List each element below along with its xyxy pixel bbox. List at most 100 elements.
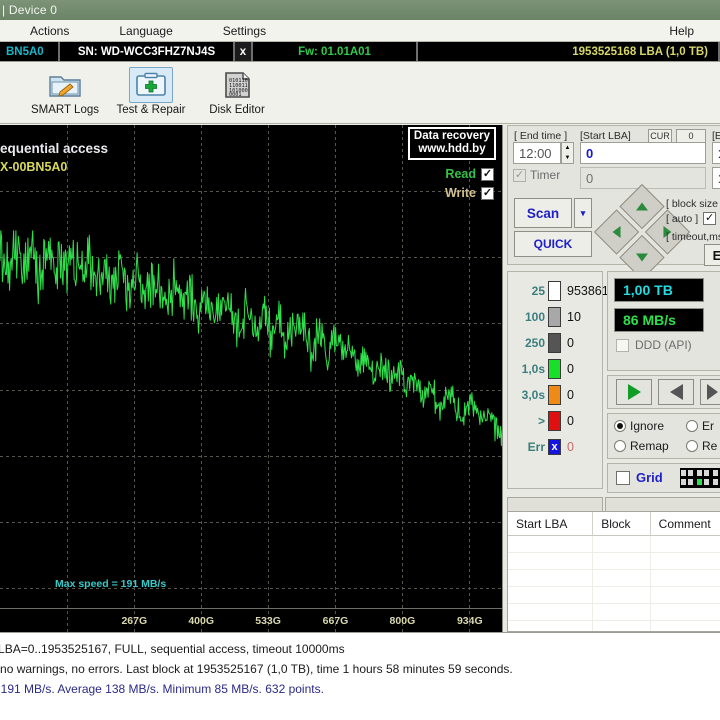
table-row[interactable] xyxy=(508,536,720,553)
status-log-panel[interactable]: ading, LBA=0..1953525167, FULL, sequenti… xyxy=(0,632,720,720)
play-forward-button[interactable] xyxy=(616,379,652,405)
speed-graph-panel[interactable]: equential access X-00BN5A0 Data recovery… xyxy=(0,125,503,632)
speed-readout: 86 MB/s xyxy=(614,308,704,332)
jump-end-button[interactable] xyxy=(700,379,720,405)
auto-toggle-row[interactable]: [ auto ] ✓ xyxy=(666,212,717,225)
first-aid-kit-icon xyxy=(129,67,173,103)
menu-item-actions[interactable]: Actions xyxy=(20,24,79,38)
x-axis-tick: 400G xyxy=(188,615,215,627)
play-icon xyxy=(627,384,641,400)
defect-table-body[interactable] xyxy=(508,536,720,631)
read-toggle-row[interactable]: Read ✓ xyxy=(445,167,494,181)
quick-button[interactable]: QUICK xyxy=(514,231,592,257)
scan-parameters-group: [ End time ] [Start LBA] CUR 0 [End LBA … xyxy=(507,125,720,281)
table-cell xyxy=(508,587,594,603)
radio-restore-marker[interactable] xyxy=(686,440,698,452)
radio-ignore[interactable]: Ignore xyxy=(614,419,664,433)
defect-table-header: Start LBA Block Comment xyxy=(508,512,720,536)
capacity-readout: 1,00 TB xyxy=(614,278,704,302)
legend-color-swatch xyxy=(548,333,561,353)
read-label: Read xyxy=(445,167,476,181)
graph-title-text: equential access xyxy=(0,141,109,156)
table-column-header[interactable]: Block xyxy=(593,512,651,535)
window-title-bar: | Device 0 xyxy=(0,0,720,20)
device-close-button[interactable]: x xyxy=(235,42,253,61)
end-time-input[interactable]: 12:00 xyxy=(513,142,561,164)
auto-label: [ auto ] xyxy=(666,212,699,225)
table-row[interactable] xyxy=(508,604,720,621)
scan-dropdown-button[interactable]: ▾ xyxy=(574,198,592,228)
cur-button[interactable]: CUR xyxy=(648,129,672,143)
radio-remap-marker[interactable] xyxy=(614,440,626,452)
end-of-test-display: End of tes xyxy=(704,244,720,266)
write-checkbox[interactable]: ✓ xyxy=(481,186,494,200)
table-cell xyxy=(508,553,594,569)
application-window: | Device 0 Actions Language Settings Hel… xyxy=(0,0,720,720)
table-row[interactable] xyxy=(508,570,720,587)
legend-value: 953861 xyxy=(567,284,609,298)
legend-color-swatch xyxy=(548,385,561,405)
status-log-lines: ading, LBA=0..1953525167, FULL, sequenti… xyxy=(0,633,682,699)
watermark-line1: Data recovery xyxy=(413,130,490,142)
device-serial: SN: WD-WCC3FHZ7NJ4S xyxy=(60,42,235,61)
radio-ignore-label: Ignore xyxy=(630,419,665,433)
legend-threshold: 1,0s xyxy=(521,362,545,376)
write-toggle-row[interactable]: Write ✓ xyxy=(445,186,494,200)
toolbar-button-smart-logs[interactable]: SMART Logs xyxy=(22,65,108,116)
ddd-api-checkbox[interactable] xyxy=(616,338,629,352)
table-cell xyxy=(593,570,651,586)
log-line: esults: no warnings, no errors. Last blo… xyxy=(0,662,513,676)
write-label: Write xyxy=(444,186,476,200)
toolbar-label-disk-editor: Disk Editor xyxy=(209,104,265,116)
timer-toggle-row[interactable]: ✓ Timer xyxy=(513,168,560,182)
radio-erase-marker[interactable] xyxy=(686,420,698,432)
table-row[interactable] xyxy=(508,621,720,631)
grid-toggle[interactable]: Grid xyxy=(616,470,663,485)
radio-restore[interactable]: Re xyxy=(686,439,717,453)
play-backward-button[interactable] xyxy=(658,379,694,405)
main-content: equential access X-00BN5A0 Data recovery… xyxy=(0,125,720,632)
legend-value: 0 xyxy=(567,440,574,454)
table-tab-1[interactable] xyxy=(507,497,603,511)
toolbar-label-test-repair: Test & Repair xyxy=(116,104,186,116)
ddd-api-toggle[interactable]: DDD (API) xyxy=(616,338,692,352)
legend-color-swatch xyxy=(548,281,561,301)
grid-checkbox[interactable] xyxy=(616,470,630,485)
defect-table[interactable]: Start LBA Block Comment xyxy=(507,511,720,632)
toolbar-button-test-repair[interactable]: Test & Repair xyxy=(108,65,194,116)
auto-checkbox[interactable]: ✓ xyxy=(703,212,717,225)
timeout-label: [ timeout,ms ] xyxy=(666,231,720,243)
x-axis-tick: 267G xyxy=(121,615,148,627)
grid-preview xyxy=(680,468,720,488)
menu-item-settings[interactable]: Settings xyxy=(213,24,276,38)
table-cell xyxy=(593,604,651,620)
device-firmware: Fw: 01.01A01 xyxy=(253,42,418,61)
table-row[interactable] xyxy=(508,587,720,604)
legend-row: 250 0 xyxy=(514,330,609,356)
graph-x-axis: 267G 400G 533G 667G 800G 934G xyxy=(0,608,502,632)
radio-ignore-marker[interactable] xyxy=(614,420,626,432)
table-tab-2[interactable] xyxy=(605,497,720,511)
read-checkbox[interactable]: ✓ xyxy=(481,167,494,181)
table-cell xyxy=(651,621,720,631)
start-lba-input[interactable]: 0 xyxy=(580,142,706,164)
grid-options-group: Grid xyxy=(607,463,720,493)
speed-graph-canvas xyxy=(0,125,502,632)
timer-checkbox[interactable]: ✓ xyxy=(513,168,526,182)
menu-item-language[interactable]: Language xyxy=(109,24,182,38)
spinner-up-icon[interactable]: ▲ xyxy=(562,143,573,153)
end-lba-alt-input[interactable]: 19535 xyxy=(712,167,720,189)
table-column-header[interactable]: Start LBA xyxy=(508,512,594,535)
end-time-spinner[interactable]: ▲ ▼ xyxy=(561,142,574,164)
radio-remap[interactable]: Remap xyxy=(614,439,669,453)
table-cell xyxy=(651,570,720,586)
toolbar-button-disk-editor[interactable]: 010110 110011 101000 0001 Disk Editor xyxy=(194,65,280,116)
menu-item-help[interactable]: Help xyxy=(659,24,704,38)
spinner-down-icon[interactable]: ▼ xyxy=(562,153,573,163)
scan-button[interactable]: Scan xyxy=(514,198,572,228)
table-row[interactable] xyxy=(508,553,720,570)
end-lba-input[interactable]: 19535 xyxy=(712,142,720,164)
table-column-header[interactable]: Comment xyxy=(651,512,720,535)
radio-erase[interactable]: Er xyxy=(686,419,714,433)
legend-color-swatch xyxy=(548,359,561,379)
